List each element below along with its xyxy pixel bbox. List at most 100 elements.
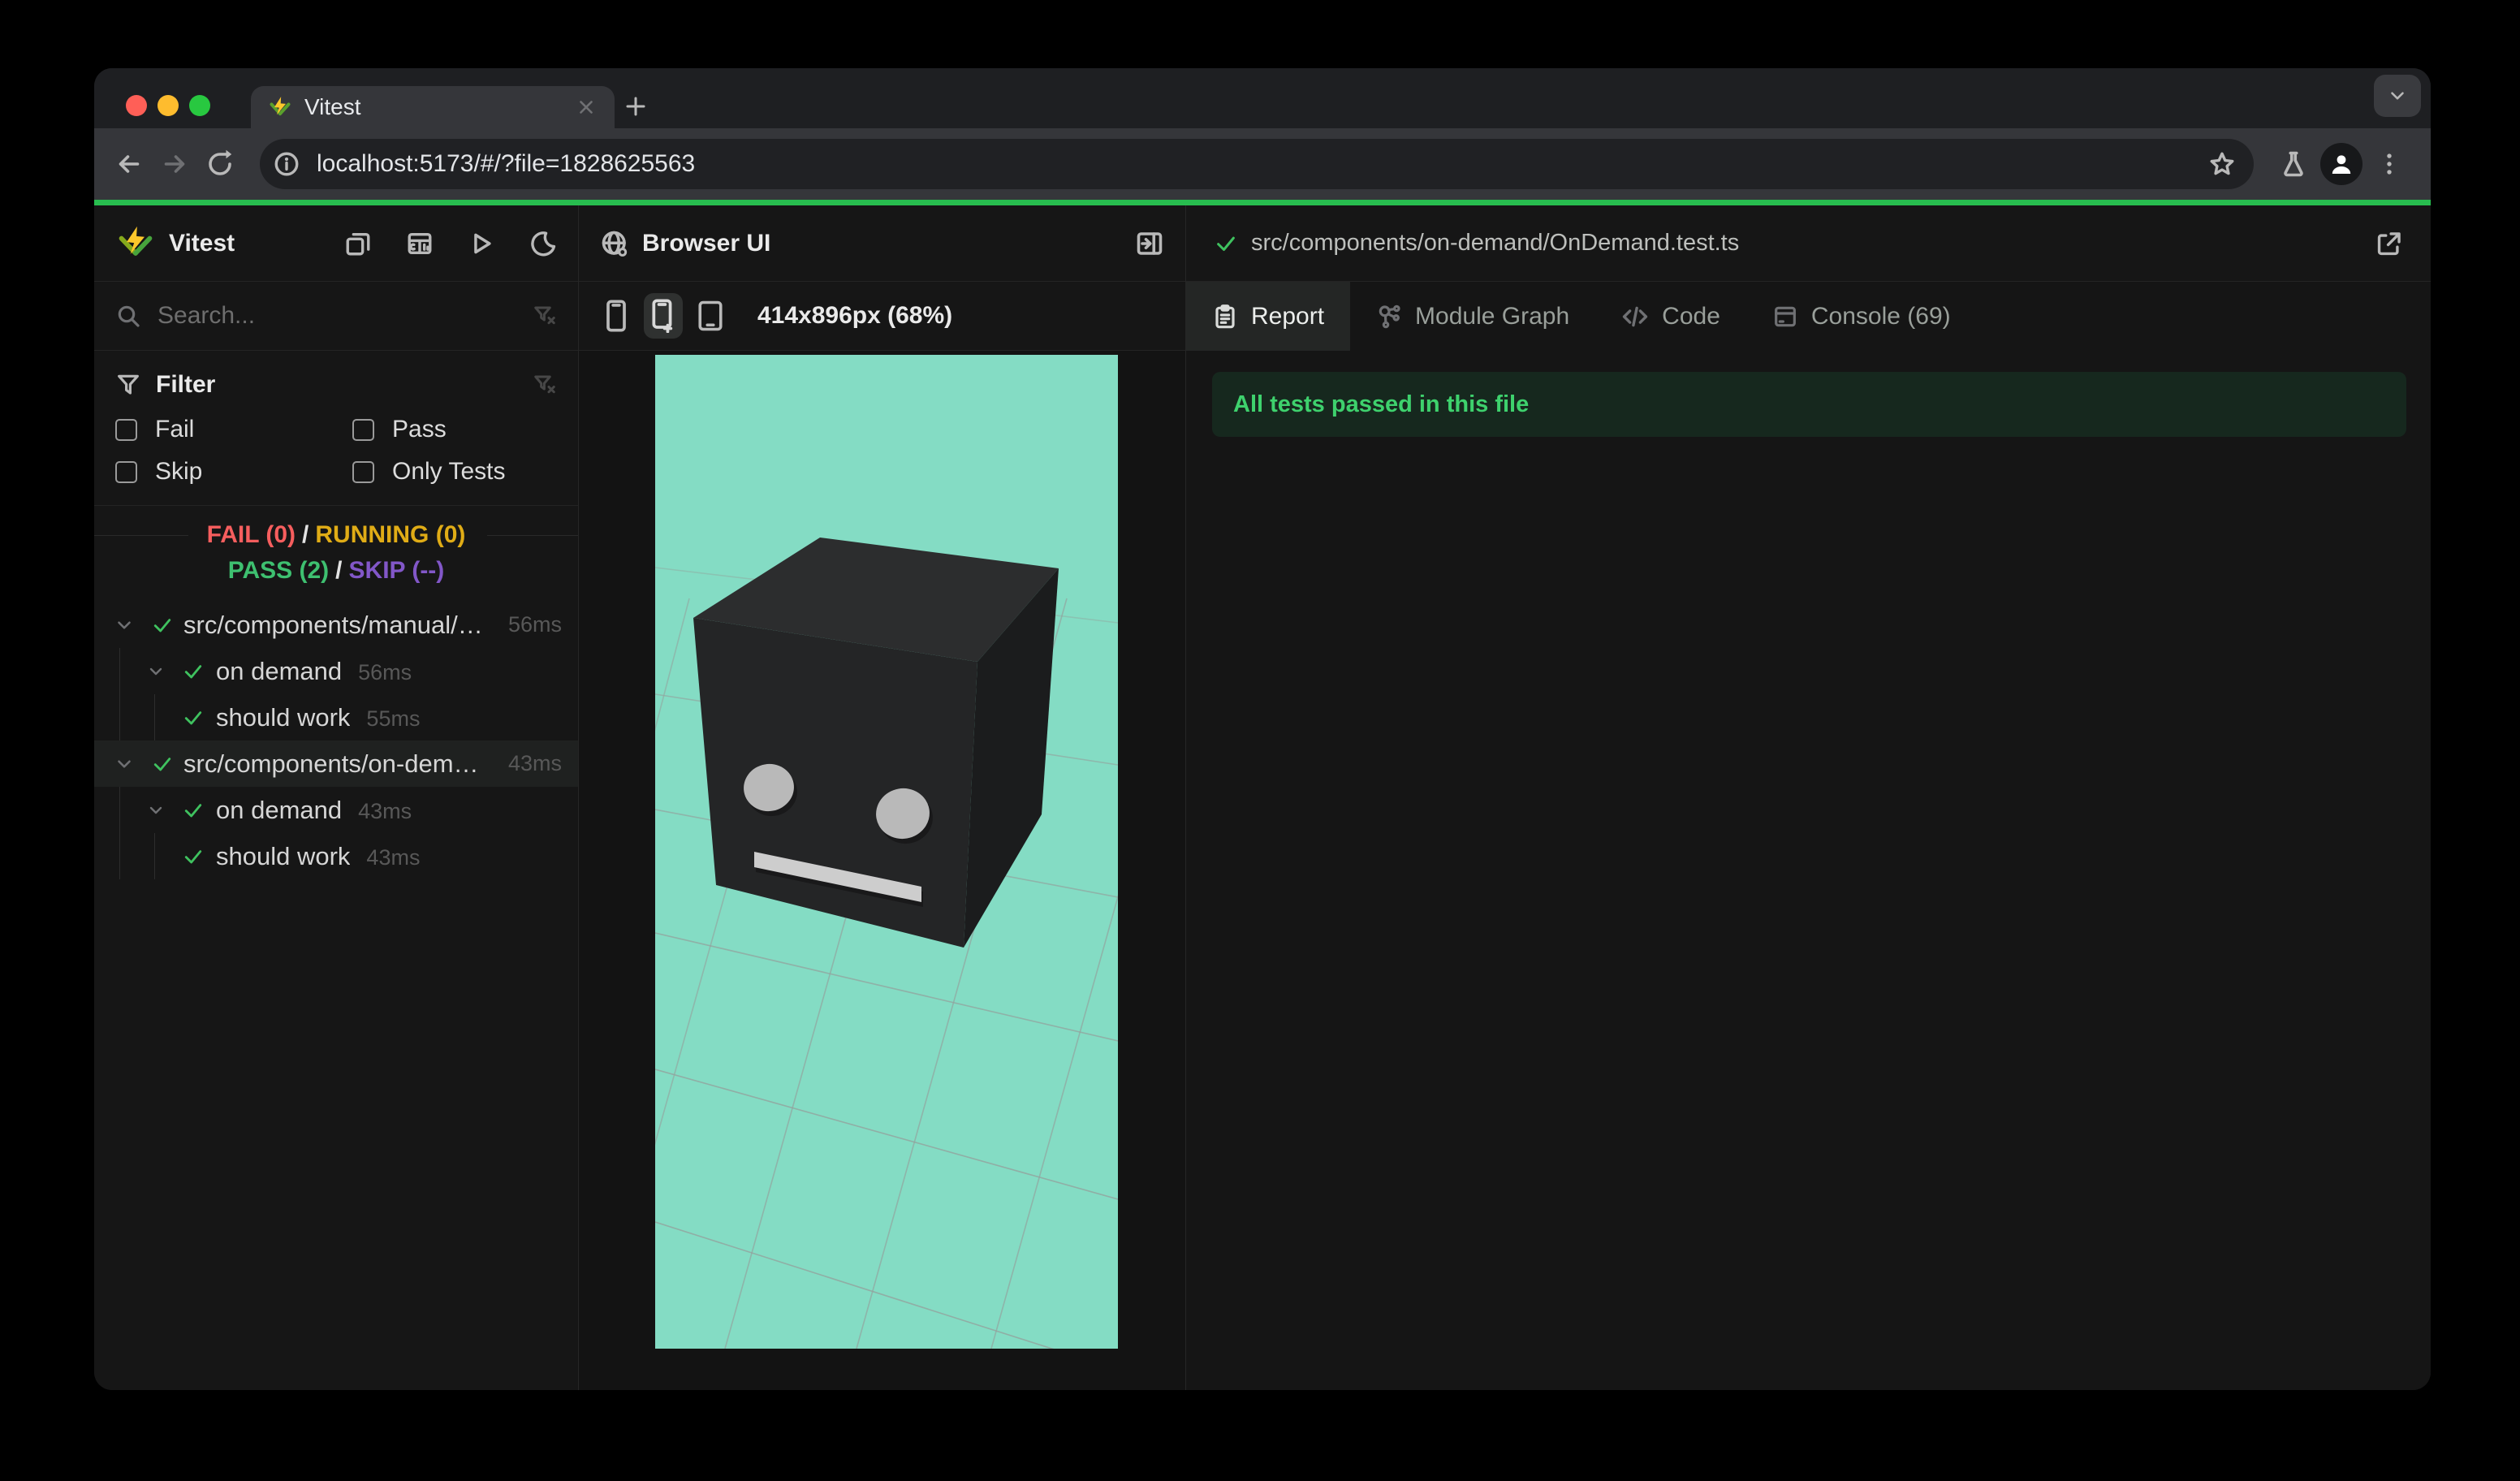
browser-preview-area [579, 351, 1185, 1390]
sidebar-header: Vitest [94, 205, 578, 282]
pass-check-icon [182, 694, 205, 740]
stats-line-1: FAIL (0) / RUNNING (0) [206, 521, 466, 548]
test-duration: 55ms [366, 706, 421, 731]
report-tabs: Report Module Graph Code Console (69) [1186, 282, 2431, 351]
tree-file-row-selected[interactable]: src/components/on-dema… 43ms [94, 740, 578, 787]
test-viewport-iframe[interactable] [655, 355, 1118, 1349]
test-summary-stats: FAIL (0) / RUNNING (0) PASS (2) / SKIP (--) [94, 506, 578, 602]
tab-strip: Vitest [94, 68, 2431, 128]
filter-title: Filter [156, 371, 216, 398]
tab-close-icon[interactable] [576, 97, 597, 118]
device-toolbar: 414x896px (68%) [579, 282, 1185, 351]
fail-count: FAIL (0) [206, 521, 296, 548]
dock-panel-icon[interactable] [344, 230, 372, 257]
vitest-logo [115, 226, 156, 261]
back-button[interactable] [110, 145, 148, 183]
filter-checkbox-only-tests[interactable]: Only Tests [352, 458, 557, 486]
tree-file-row[interactable]: src/components/manual/… 56ms [94, 602, 578, 648]
clipboard-report-icon [1212, 304, 1238, 330]
test-progress-bar [94, 200, 2431, 205]
checkbox-box [115, 418, 137, 441]
url-text: localhost:5173/#/?file=1828625563 [317, 150, 696, 177]
test-duration: 56ms [358, 659, 412, 684]
bookmark-star-icon[interactable] [2208, 150, 2236, 178]
browser-menu-kebab-icon[interactable] [2371, 145, 2408, 183]
tab-console[interactable]: Console (69) [1746, 282, 1977, 351]
experiments-flask-icon[interactable] [2275, 145, 2312, 183]
device-phone-small-button[interactable] [597, 293, 636, 339]
minimize-window-button[interactable] [158, 95, 179, 116]
console-panel-icon [1772, 304, 1798, 330]
tab-label: Code [1662, 302, 1720, 330]
open-file-path: src/components/on-demand/OnDemand.test.t… [1251, 230, 1740, 256]
report-content: All tests passed in this file [1186, 351, 2431, 1390]
chevron-down-icon[interactable] [114, 602, 135, 648]
reload-button[interactable] [201, 145, 239, 183]
open-in-panel-icon[interactable] [1135, 229, 1164, 258]
filter-checkbox-skip[interactable]: Skip [115, 458, 352, 486]
tab-search-button[interactable] [2374, 75, 2421, 117]
new-tab-button[interactable] [624, 94, 648, 119]
app-title: Vitest [169, 229, 235, 257]
tab-module-graph[interactable]: Module Graph [1350, 282, 1595, 351]
browser-tab[interactable]: Vitest [251, 86, 615, 128]
vitest-favicon [269, 96, 291, 119]
site-info-icon[interactable] [268, 145, 305, 183]
suite-name: on demand [216, 656, 343, 685]
browser-ui-title: Browser UI [642, 229, 771, 257]
filter-checkbox-fail[interactable]: Fail [115, 416, 352, 443]
report-header: src/components/on-demand/OnDemand.test.t… [1186, 205, 2431, 282]
tab-label: Console (69) [1810, 302, 1951, 330]
chevron-down-icon[interactable] [114, 740, 135, 787]
open-external-icon[interactable] [2375, 230, 2403, 257]
viewport-size-label: 414x896px (68%) [757, 302, 953, 329]
checkbox-label: Only Tests [392, 458, 506, 485]
filter-checkbox-pass[interactable]: Pass [352, 416, 557, 443]
tab-title: Vitest [304, 94, 361, 119]
run-all-play-icon[interactable] [468, 230, 495, 257]
tab-code[interactable]: Code [1595, 282, 1746, 351]
test-duration: 43ms [358, 798, 412, 823]
search-row [94, 282, 578, 351]
pass-check-icon [1214, 231, 1238, 256]
suite-name: on demand [216, 795, 343, 824]
tree-suite-row[interactable]: on demand 56ms [94, 648, 578, 694]
clear-search-filter-icon[interactable] [533, 304, 557, 328]
chevron-down-icon [2387, 85, 2408, 106]
globe-icon [600, 229, 629, 258]
checkbox-label: Fail [155, 416, 195, 443]
tree-suite-row[interactable]: on demand 43ms [94, 787, 578, 833]
dashboard-icon[interactable] [406, 230, 434, 257]
checkbox-box [352, 460, 374, 483]
clear-filter-icon[interactable] [533, 373, 557, 397]
viewport-3d-scene [655, 355, 1118, 1349]
close-window-button[interactable] [126, 95, 147, 116]
module-graph-icon [1376, 304, 1402, 330]
search-input[interactable] [158, 302, 516, 330]
forward-button[interactable] [156, 145, 193, 183]
test-file-name: src/components/on-dema… [183, 749, 485, 778]
chevron-down-icon[interactable] [146, 787, 166, 833]
tree-test-row[interactable]: should work 55ms [94, 694, 578, 740]
tab-label: Report [1251, 302, 1325, 330]
zoom-window-button[interactable] [189, 95, 210, 116]
test-name: should work [216, 702, 351, 732]
test-file-name: src/components/manual/… [183, 610, 483, 639]
address-bar[interactable]: localhost:5173/#/?file=1828625563 [260, 139, 2254, 189]
test-duration: 43ms [366, 844, 421, 870]
pass-check-icon [182, 833, 205, 879]
skip-count: SKIP (--) [348, 557, 445, 584]
dark-mode-moon-icon[interactable] [529, 230, 557, 257]
device-tablet-button[interactable] [691, 293, 730, 339]
filter-panel: Filter Fail Pass Skip Only Tests [94, 351, 578, 506]
profile-avatar[interactable] [2320, 143, 2362, 185]
traffic-lights [126, 95, 210, 116]
device-phone-plus-button-selected[interactable] [644, 293, 683, 339]
browser-ui-panel: Browser UI 414x896px (68%) [579, 205, 1186, 1390]
tree-test-row[interactable]: should work 43ms [94, 833, 578, 879]
tab-report[interactable]: Report [1186, 282, 1351, 351]
test-duration: 43ms [507, 751, 562, 775]
pass-check-icon [151, 740, 174, 787]
chevron-down-icon[interactable] [146, 648, 166, 694]
vitest-ui: Vitest Search... Filter Fail Pass Skip O… [94, 205, 2431, 1390]
